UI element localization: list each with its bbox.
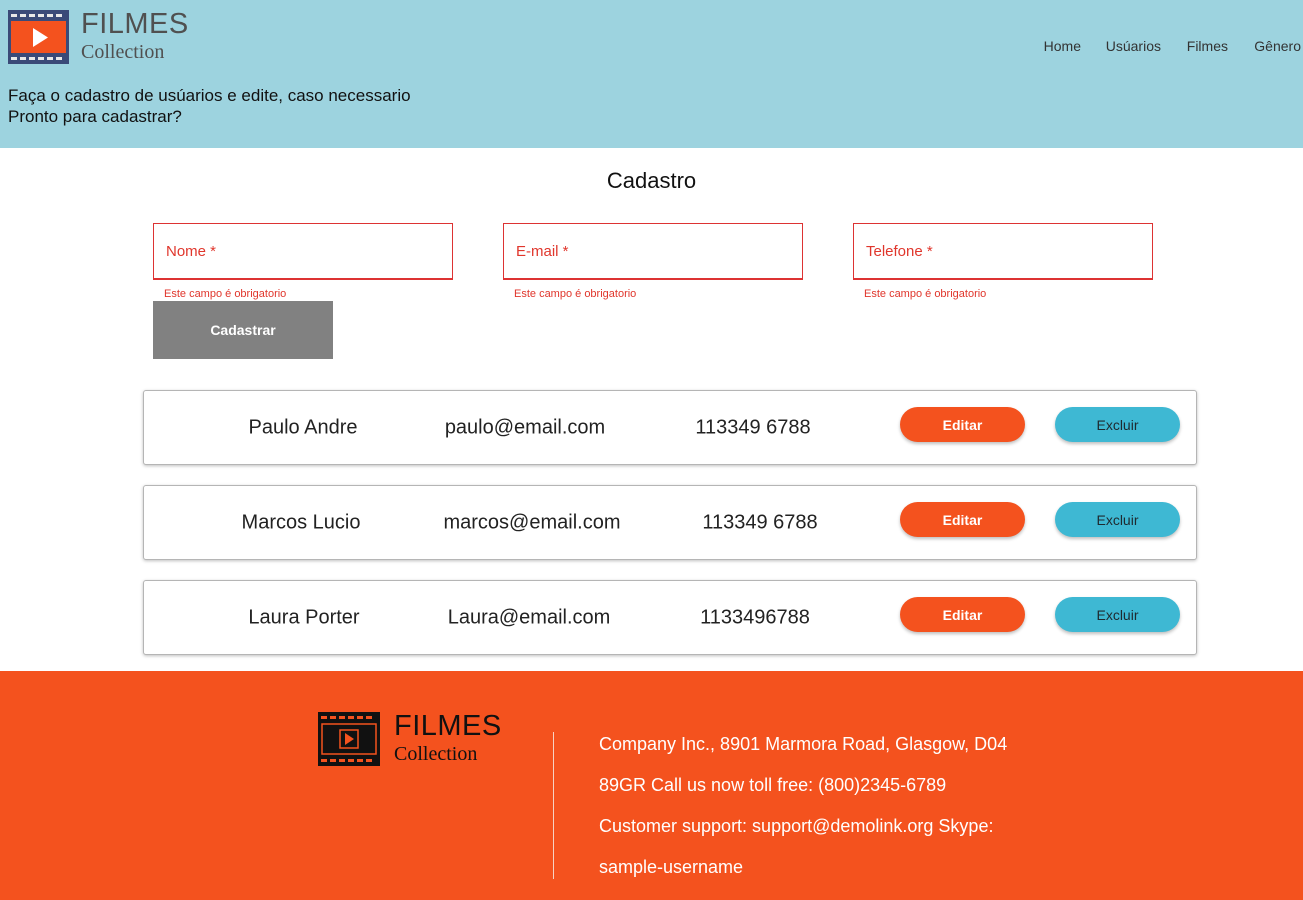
phone-error: Este campo é obrigatorio: [864, 288, 987, 300]
user-email: marcos@email.com: [443, 511, 621, 533]
edit-button[interactable]: Editar: [900, 502, 1025, 537]
user-email: Laura@email.com: [447, 606, 611, 628]
email-input[interactable]: [504, 224, 802, 278]
edit-button[interactable]: Editar: [900, 597, 1025, 632]
user-name: Marcos Lucio: [241, 511, 361, 533]
user-phone: 113349 6788: [702, 511, 818, 533]
contact-skype[interactable]: sample-username: [599, 847, 1019, 888]
name-input[interactable]: [154, 224, 452, 278]
logo-subtitle: Collection: [81, 41, 165, 63]
user-name: Laura Porter: [248, 606, 360, 628]
phone-input[interactable]: [854, 224, 1152, 278]
site-header: FILMES Collection Home Usúarios Filmes G…: [0, 0, 1303, 148]
nav-usuarios[interactable]: Usúarios: [1106, 38, 1161, 54]
delete-button[interactable]: Excluir: [1055, 407, 1180, 442]
nav-home[interactable]: Home: [1044, 38, 1081, 54]
phone-field[interactable]: [853, 223, 1153, 280]
cadastrar-button[interactable]: Cadastrar: [153, 301, 333, 359]
contact-support[interactable]: Customer support: support@demolink.org S…: [599, 806, 1019, 847]
edit-button[interactable]: Editar: [900, 407, 1025, 442]
intro-line: Faça o cadastro de usúarios e edite, cas…: [8, 86, 411, 105]
intro-line: Pronto para cadastrar?: [8, 107, 182, 126]
footer-contact: Company Inc., 8901 Marmora Road, Glasgow…: [599, 724, 1019, 888]
user-name: Paulo Andre: [248, 416, 358, 438]
footer-logo-title: FILMES: [394, 710, 502, 742]
contact-address: Company Inc., 8901 Marmora Road, Glasgow…: [599, 734, 1008, 754]
user-phone: 113349 6788: [695, 416, 811, 438]
name-field[interactable]: [153, 223, 453, 280]
intro-text: Faça o cadastro de usúarios e edite, cas…: [8, 85, 411, 127]
film-play-icon: [318, 712, 380, 766]
footer-logo[interactable]: FILMES Collection: [318, 710, 518, 768]
nav-filmes[interactable]: Filmes: [1187, 38, 1228, 54]
site-footer: FILMES Collection Company Inc., 8901 Mar…: [0, 671, 1303, 900]
email-field[interactable]: [503, 223, 803, 280]
form-title: Cadastro: [606, 168, 697, 193]
logo[interactable]: FILMES Collection: [8, 8, 198, 66]
contact-phone: 89GR Call us now toll free: (800)2345-67…: [599, 775, 947, 795]
delete-button[interactable]: Excluir: [1055, 502, 1180, 537]
delete-button[interactable]: Excluir: [1055, 597, 1180, 632]
nav-genero[interactable]: Gênero: [1254, 38, 1301, 54]
user-email: paulo@email.com: [444, 416, 606, 438]
user-card: Marcos Lucio marcos@email.com 113349 678…: [143, 485, 1197, 560]
user-phone: 1133496788: [700, 606, 810, 628]
name-error: Este campo é obrigatorio: [164, 288, 287, 300]
user-card: Laura Porter Laura@email.com 1133496788 …: [143, 580, 1197, 655]
film-play-icon: [8, 10, 69, 64]
logo-title: FILMES: [81, 8, 189, 40]
footer-divider: [553, 732, 554, 879]
user-card: Paulo Andre paulo@email.com 113349 6788 …: [143, 390, 1197, 465]
email-error: Este campo é obrigatorio: [514, 288, 637, 300]
footer-logo-subtitle: Collection: [394, 743, 478, 765]
